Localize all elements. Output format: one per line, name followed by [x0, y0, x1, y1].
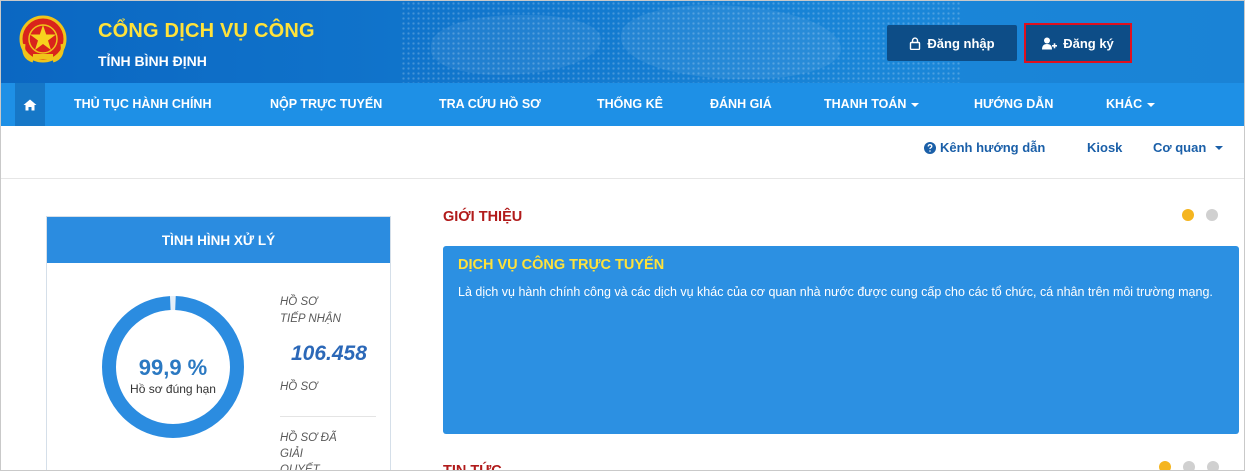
national-emblem-icon[interactable]: [18, 14, 68, 66]
site-title[interactable]: CỔNG DỊCH VỤ CÔNG: [98, 20, 315, 43]
nav-item-payment-label: THANH TOÁN: [824, 97, 907, 111]
intro-card-text: Là dịch vụ hành chính công và các dịch v…: [458, 285, 1213, 299]
caret-down-icon: [911, 102, 920, 107]
caret-down-icon: [1147, 102, 1156, 107]
received-label-line1: HỒ SƠ: [280, 296, 318, 308]
login-button-label: Đăng nhập: [927, 35, 995, 51]
received-count: 106.458: [291, 342, 367, 365]
caret-down-icon: [1215, 145, 1224, 150]
carousel-dot[interactable]: [1207, 461, 1219, 470]
guide-channel-link[interactable]: Kênh hướng dẫn: [924, 140, 1045, 155]
processing-status-panel: TÌNH HÌNH XỬ LÝ 99,9 % Hồ sơ đúng hạn HỒ…: [46, 216, 391, 471]
nav-item-evaluation[interactable]: ĐÁNH GIÁ: [710, 83, 772, 126]
panel-title: TÌNH HÌNH XỬ LÝ: [47, 217, 390, 263]
kiosk-link[interactable]: Kiosk: [1087, 140, 1122, 155]
agency-dropdown-label: Cơ quan: [1153, 140, 1207, 155]
agency-dropdown[interactable]: Cơ quan: [1153, 140, 1224, 155]
nav-item-other[interactable]: KHÁC: [1106, 83, 1156, 126]
carousel-dot-active[interactable]: [1182, 209, 1194, 221]
resolved-label-line3: QUYẾT: [280, 464, 320, 471]
register-button[interactable]: Đăng ký: [1024, 23, 1132, 63]
nav-home-button[interactable]: [15, 83, 45, 126]
resolved-label-line1: HỒ SƠ ĐÃ: [280, 432, 337, 444]
received-label-line2: TIẾP NHẬN: [280, 313, 341, 325]
on-time-caption: Hồ sơ đúng hạn: [130, 382, 216, 396]
nav-item-payment[interactable]: THANH TOÁN: [824, 83, 920, 126]
nav-item-lookup-records[interactable]: TRA CỨU HỒ SƠ: [439, 83, 541, 126]
carousel-dot-active[interactable]: [1159, 461, 1171, 470]
nav-item-other-label: KHÁC: [1106, 97, 1143, 111]
register-button-label: Đăng ký: [1063, 35, 1114, 51]
portal-page: CỔNG DỊCH VỤ CÔNG TỈNH BÌNH ĐỊNH Đăng nh…: [0, 0, 1245, 471]
nav-item-administrative-procedures[interactable]: THỦ TỤC HÀNH CHÍNH: [74, 83, 212, 126]
guide-channel-label: Kênh hướng dẫn: [940, 140, 1046, 155]
intro-section-title: GIỚI THIỆU: [443, 209, 523, 225]
question-circle-icon: [924, 141, 936, 154]
home-icon: [23, 99, 37, 110]
stat-divider: [280, 416, 376, 417]
carousel-dot[interactable]: [1206, 209, 1218, 221]
site-header: CỔNG DỊCH VỤ CÔNG TỈNH BÌNH ĐỊNH Đăng nh…: [1, 1, 1244, 83]
nav-item-guide[interactable]: HƯỚNG DẪN: [974, 83, 1053, 126]
carousel-dot[interactable]: [1183, 461, 1195, 470]
main-nav: THỦ TỤC HÀNH CHÍNH NỘP TRỰC TUYẾN TRA CỨ…: [1, 83, 1244, 126]
intro-card: DỊCH VỤ CÔNG TRỰC TUYẾN Là dịch vụ hành …: [443, 246, 1239, 434]
lock-icon: [910, 36, 921, 50]
login-button[interactable]: Đăng nhập: [887, 25, 1017, 61]
news-section-title: TIN TỨC: [443, 463, 502, 471]
user-plus-icon: [1042, 37, 1058, 49]
nav-item-online-submission[interactable]: NỘP TRỰC TUYẾN: [270, 83, 382, 126]
site-subtitle[interactable]: TỈNH BÌNH ĐỊNH: [98, 53, 207, 69]
sub-nav: Kênh hướng dẫn Kiosk Cơ quan: [1, 126, 1244, 179]
nav-item-statistics[interactable]: THỐNG KÊ: [597, 83, 663, 126]
intro-card-title: DỊCH VỤ CÔNG TRỰC TUYẾN: [458, 257, 665, 273]
resolved-label-line2: GIẢI: [280, 448, 304, 460]
received-unit: HỒ SƠ: [280, 381, 318, 393]
on-time-percent: 99,9 %: [138, 355, 208, 380]
